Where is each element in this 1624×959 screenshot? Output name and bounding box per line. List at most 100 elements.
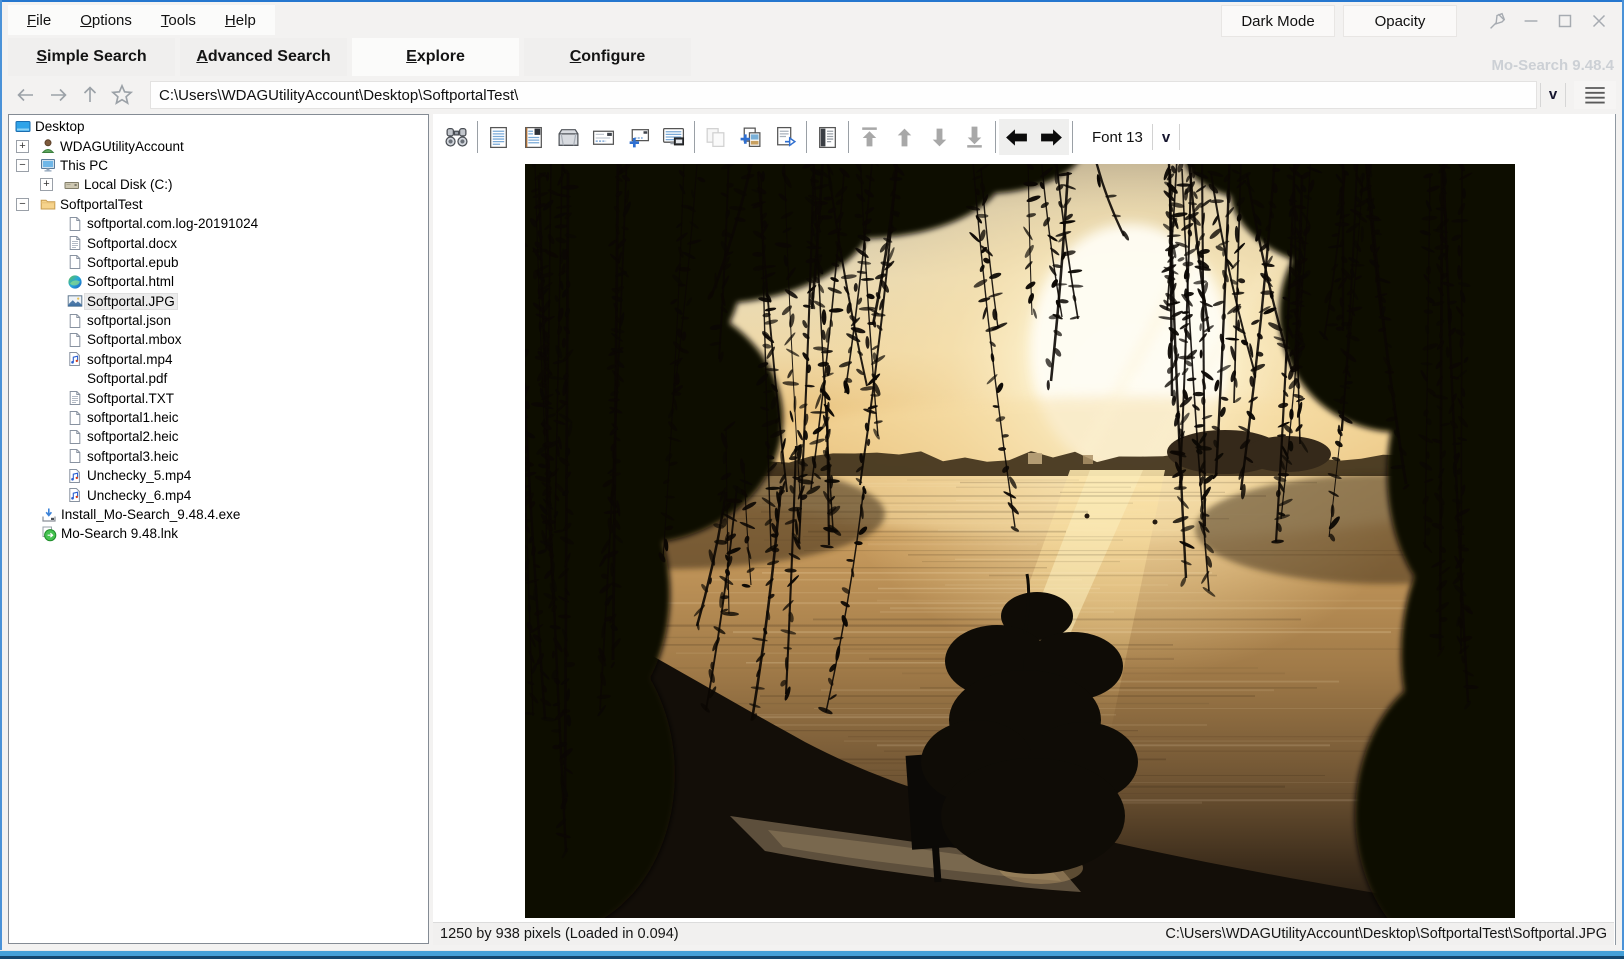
hamburger-menu-icon[interactable] — [1574, 81, 1616, 109]
tree-item-label: Softportal.JPG — [84, 292, 178, 310]
previous-item-button[interactable] — [887, 119, 922, 155]
tree-item[interactable]: Unchecky_5.mp4 — [9, 466, 428, 485]
copy-add-button[interactable] — [733, 119, 768, 155]
address-bar: C:\Users\WDAGUtilityAccount\Desktop\Soft… — [10, 80, 1616, 110]
media-icon — [66, 487, 84, 504]
tree-expander-icon[interactable]: + — [16, 139, 29, 153]
menu-help[interactable]: Help — [214, 12, 267, 29]
tree-item[interactable]: Softportal.JPG — [9, 292, 428, 311]
folder-tree: Desktop + WDAGUtilityAccount − This PC + Local… — [8, 114, 429, 944]
window-controls — [1481, 7, 1614, 34]
tree-item[interactable]: softportal.com.log-20191024 — [9, 214, 428, 233]
tree-item[interactable]: softportal2.heic — [9, 427, 428, 446]
tree-item[interactable]: Unchecky_6.mp4 — [9, 485, 428, 504]
last-item-button[interactable] — [957, 119, 992, 155]
tree-item-label: Softportal.TXT — [87, 390, 175, 406]
toolbar-separator — [806, 121, 807, 153]
tree-item[interactable]: Softportal.TXT — [9, 388, 428, 407]
tree-item-label: Install_Mo-Search_9.48.4.exe — [61, 507, 241, 522]
tree-item-label: softportal2.heic — [87, 429, 179, 445]
tab-simple-search[interactable]: Simple Search — [8, 38, 175, 76]
tree-expander-icon[interactable]: + — [40, 178, 53, 192]
path-input[interactable]: C:\Users\WDAGUtilityAccount\Desktop\Soft… — [150, 81, 1537, 109]
tab-configure[interactable]: Configure — [524, 38, 691, 76]
tree-expander-icon[interactable]: − — [16, 158, 29, 172]
menu-file[interactable]: File — [16, 12, 62, 29]
back-arrow-icon[interactable] — [10, 81, 42, 109]
tree-item-label: Softportal.docx — [87, 235, 178, 251]
disk-icon — [63, 176, 81, 193]
tree-item-label: Mo-Search 9.48.lnk — [61, 526, 179, 542]
tree-item[interactable]: Mo-Search 9.48.lnk — [9, 524, 428, 543]
tree-item-label: WDAGUtilityAccount — [60, 138, 184, 154]
tree-item[interactable]: softportal3.heic — [9, 447, 428, 466]
divider — [1151, 124, 1153, 150]
view-document-button[interactable] — [481, 119, 516, 155]
toolbar-separator — [1072, 121, 1073, 153]
open-folder-button[interactable] — [551, 119, 586, 155]
tree-item[interactable]: Desktop — [9, 117, 428, 136]
favorite-star-icon[interactable] — [106, 81, 138, 109]
path-text: C:\Users\WDAGUtilityAccount\Desktop\Soft… — [159, 86, 519, 104]
tree-item-label: SoftportalTest — [60, 196, 143, 212]
tree-item-label: Softportal.epub — [87, 254, 179, 270]
tree-item[interactable]: Softportal.docx — [9, 233, 428, 252]
file-icon — [66, 312, 84, 329]
version-label: Mo-Search 9.48.4 — [1491, 57, 1614, 74]
next-item-button[interactable] — [922, 119, 957, 155]
path-dropdown-button[interactable]: v — [1540, 83, 1566, 107]
installer-icon — [40, 506, 58, 523]
up-arrow-icon[interactable] — [74, 81, 106, 109]
status-image-info: 1250 by 938 pixels (Loaded in 0.094) — [440, 926, 679, 942]
email-computer-button[interactable] — [656, 119, 691, 155]
tree-item[interactable]: Softportal.html — [9, 272, 428, 291]
next-file-button[interactable] — [1034, 119, 1069, 155]
dark-mode-button[interactable]: Dark Mode — [1221, 5, 1335, 37]
close-icon[interactable] — [1583, 7, 1614, 34]
search-button[interactable] — [439, 119, 474, 155]
divider — [1179, 124, 1181, 150]
tree-item[interactable]: Install_Mo-Search_9.48.4.exe — [9, 505, 428, 524]
menu-tools[interactable]: Tools — [150, 12, 207, 29]
tree-item[interactable]: − This PC — [9, 156, 428, 175]
tree-item-label: Softportal.mbox — [87, 332, 182, 348]
new-email-button[interactable] — [621, 119, 656, 155]
tree-item[interactable]: + Local Disk (C:) — [9, 175, 428, 194]
copy-button[interactable] — [698, 119, 733, 155]
maximize-icon[interactable] — [1549, 7, 1580, 34]
app-window: File Options Tools Help Dark Mode Opacity Si… — [0, 0, 1624, 959]
tree-item[interactable]: softportal.mp4 — [9, 350, 428, 369]
none-icon — [66, 370, 84, 387]
toolbar-separator — [477, 121, 478, 153]
tab-advanced-search[interactable]: Advanced Search — [180, 38, 347, 76]
previous-file-button[interactable] — [999, 119, 1034, 155]
first-item-button[interactable] — [852, 119, 887, 155]
titlebar-buttons: Dark Mode Opacity — [1213, 5, 1457, 37]
opacity-button[interactable]: Opacity — [1343, 5, 1457, 37]
export-document-button[interactable] — [768, 119, 803, 155]
preview-toolbar: Font 13 v — [439, 117, 1189, 157]
tree-item[interactable]: softportal1.heic — [9, 408, 428, 427]
tree-expander-icon[interactable]: − — [16, 197, 29, 211]
tree-item[interactable]: Softportal.epub — [9, 253, 428, 272]
forward-arrow-icon[interactable] — [42, 81, 74, 109]
view-report-button[interactable] — [810, 119, 845, 155]
tree-item[interactable]: + WDAGUtilityAccount — [9, 136, 428, 155]
tree-item[interactable]: Softportal.pdf — [9, 369, 428, 388]
tree-item[interactable]: − SoftportalTest — [9, 195, 428, 214]
edge-icon — [66, 273, 84, 290]
font-dropdown-button[interactable]: v — [1162, 129, 1170, 146]
tab-explore[interactable]: Explore — [352, 38, 519, 76]
pin-icon[interactable] — [1481, 7, 1512, 34]
tab-label: Simple Search — [36, 48, 147, 65]
view-book-button[interactable] — [516, 119, 551, 155]
font-size-label: Font 13 — [1092, 128, 1143, 146]
preview-pane: Font 13 v 1250 by 938 pixels (Loaded in … — [433, 114, 1616, 945]
toolbar-separator — [694, 121, 695, 153]
email-button[interactable] — [586, 119, 621, 155]
desktop-icon — [14, 118, 32, 135]
menu-options[interactable]: Options — [69, 12, 143, 29]
tree-item[interactable]: softportal.json — [9, 311, 428, 330]
tree-item[interactable]: Softportal.mbox — [9, 330, 428, 349]
minimize-icon[interactable] — [1515, 7, 1546, 34]
